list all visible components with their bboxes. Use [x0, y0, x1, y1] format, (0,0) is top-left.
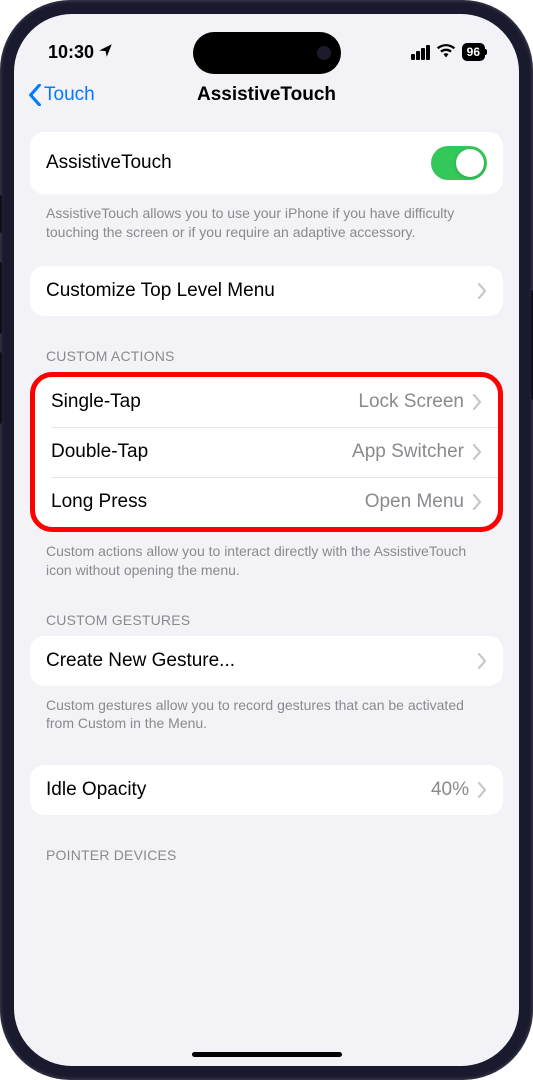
- chevron-right-icon: [477, 283, 487, 299]
- row-idle-opacity[interactable]: Idle Opacity 40%: [30, 765, 503, 815]
- volume-down-button: [0, 352, 2, 424]
- device-frame: 10:30 96 Touch: [0, 0, 533, 1080]
- back-label: Touch: [44, 84, 95, 106]
- chevron-right-icon: [472, 394, 482, 410]
- status-right: 96: [411, 42, 485, 63]
- custom-actions-header: CUSTOM ACTIONS: [30, 348, 503, 372]
- section-custom-actions: CUSTOM ACTIONS Single-Tap Lock Screen Do…: [30, 348, 503, 580]
- chevron-right-icon: [472, 494, 482, 510]
- group-custom-gestures: Create New Gesture...: [30, 636, 503, 686]
- status-left: 10:30: [48, 42, 113, 63]
- battery-percent: 96: [467, 45, 480, 59]
- custom-gestures-header: CUSTOM GESTURES: [30, 612, 503, 636]
- home-indicator[interactable]: [192, 1052, 342, 1057]
- custom-actions-footer: Custom actions allow you to interact dir…: [30, 532, 503, 580]
- content: AssistiveTouch AssistiveTouch allows you…: [14, 132, 519, 871]
- assistivetouch-footer: AssistiveTouch allows you to use your iP…: [30, 194, 503, 242]
- silence-button: [0, 195, 2, 233]
- camera-dot: [317, 46, 331, 60]
- section-customize-menu: Customize Top Level Menu: [30, 266, 503, 316]
- status-time: 10:30: [48, 42, 94, 63]
- custom-gestures-footer: Custom gestures allow you to record gest…: [30, 686, 503, 734]
- dynamic-island: [193, 32, 341, 74]
- nav-bar: Touch AssistiveTouch: [14, 74, 519, 132]
- chevron-right-icon: [472, 444, 482, 460]
- row-create-gesture[interactable]: Create New Gesture...: [30, 636, 503, 686]
- row-long-press[interactable]: Long Press Open Menu: [35, 477, 498, 527]
- double-tap-value: App Switcher: [352, 441, 464, 463]
- battery-icon: 96: [462, 43, 485, 61]
- section-idle-opacity: Idle Opacity 40%: [30, 765, 503, 815]
- back-button[interactable]: Touch: [28, 84, 95, 106]
- long-press-label: Long Press: [51, 491, 365, 513]
- long-press-value: Open Menu: [365, 491, 464, 513]
- group-customize-menu: Customize Top Level Menu: [30, 266, 503, 316]
- row-double-tap[interactable]: Double-Tap App Switcher: [35, 427, 498, 477]
- cellular-icon: [411, 45, 430, 60]
- page-title: AssistiveTouch: [197, 84, 336, 106]
- row-single-tap[interactable]: Single-Tap Lock Screen: [35, 377, 498, 427]
- group-custom-actions: Single-Tap Lock Screen Double-Tap App Sw…: [30, 372, 503, 532]
- chevron-right-icon: [477, 653, 487, 669]
- location-icon: [98, 42, 113, 63]
- create-gesture-label: Create New Gesture...: [46, 650, 477, 672]
- section-custom-gestures: CUSTOM GESTURES Create New Gesture... Cu…: [30, 612, 503, 734]
- volume-up-button: [0, 262, 2, 334]
- section-pointer-devices: POINTER DEVICES: [30, 847, 503, 871]
- idle-opacity-label: Idle Opacity: [46, 779, 431, 801]
- row-assistivetouch-toggle[interactable]: AssistiveTouch: [30, 132, 503, 194]
- row-customize-top-level[interactable]: Customize Top Level Menu: [30, 266, 503, 316]
- pointer-devices-header: POINTER DEVICES: [30, 847, 503, 871]
- wifi-icon: [436, 42, 456, 63]
- section-assistivetouch: AssistiveTouch AssistiveTouch allows you…: [30, 132, 503, 242]
- idle-opacity-value: 40%: [431, 779, 469, 801]
- screen: 10:30 96 Touch: [14, 14, 519, 1066]
- customize-label: Customize Top Level Menu: [46, 280, 477, 302]
- single-tap-value: Lock Screen: [358, 391, 464, 413]
- chevron-left-icon: [28, 84, 42, 106]
- chevron-right-icon: [477, 782, 487, 798]
- double-tap-label: Double-Tap: [51, 441, 352, 463]
- group-idle-opacity: Idle Opacity 40%: [30, 765, 503, 815]
- single-tap-label: Single-Tap: [51, 391, 358, 413]
- group-assistivetouch: AssistiveTouch: [30, 132, 503, 194]
- assistivetouch-label: AssistiveTouch: [46, 152, 431, 174]
- assistivetouch-toggle[interactable]: [431, 146, 487, 180]
